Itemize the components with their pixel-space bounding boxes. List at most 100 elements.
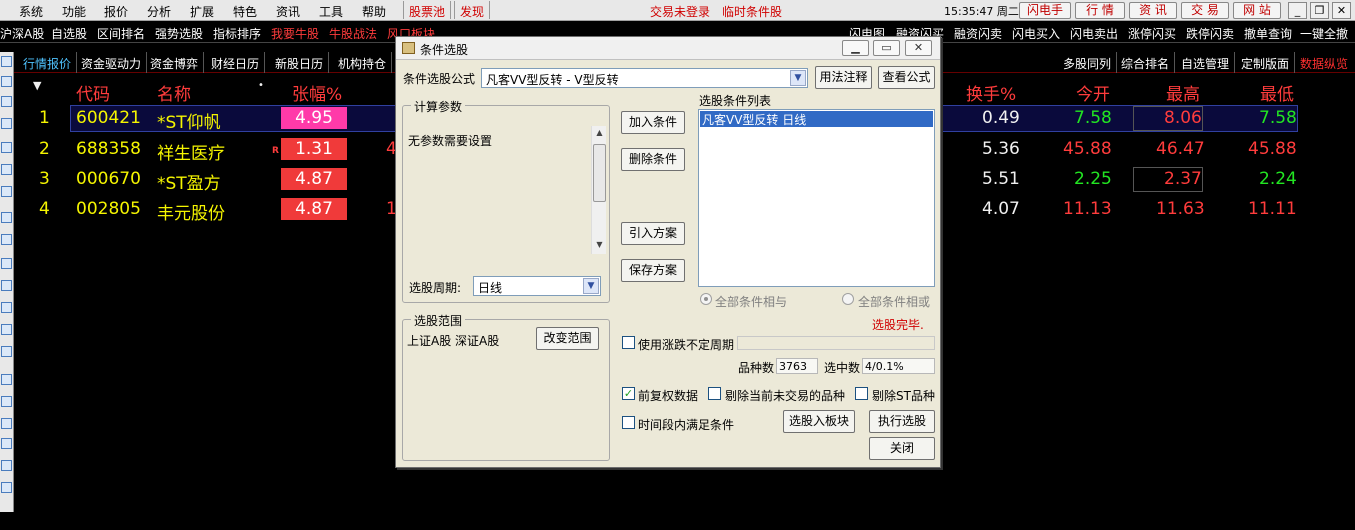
delete-condition-button[interactable]: 删除条件 [621, 148, 685, 171]
website-button[interactable]: 网 站 [1233, 2, 1281, 19]
minimize-icon[interactable]: ▁ [842, 40, 869, 56]
chart-icon[interactable] [1, 164, 12, 175]
all-or-radio[interactable] [842, 293, 854, 305]
grid-icon[interactable] [1, 142, 12, 153]
close-icon[interactable]: ✕ [905, 40, 932, 56]
grid-icon[interactable] [1, 418, 12, 429]
change-range-button[interactable]: 改变范围 [536, 327, 599, 350]
folder-icon[interactable] [1, 374, 12, 385]
arrow-down-icon[interactable] [1, 96, 12, 107]
info-button[interactable]: 资 讯 [1129, 2, 1177, 19]
execute-pick-button[interactable]: 执行选股 [869, 410, 935, 433]
formula-select[interactable]: 凡客VV型反转 - V型反转 ▼ [481, 68, 808, 88]
arrow-right-icon[interactable] [1, 438, 12, 449]
sort-down-icon[interactable]: ▼ [33, 79, 41, 92]
menu-function[interactable]: 功能 [62, 3, 86, 20]
col-low[interactable]: 最低 [1260, 80, 1294, 105]
tab-watchlist-manage[interactable]: 自选管理 [1176, 52, 1236, 73]
menu-system[interactable]: 系统 [19, 3, 43, 20]
bar-icon[interactable] [1, 234, 12, 245]
flash-hand-button[interactable]: 闪电手 [1019, 2, 1071, 19]
tab-finance-calendar[interactable]: 财经日历 [206, 52, 266, 73]
toolbar-item-limitup-buy[interactable]: 涨停闪买 [1128, 25, 1176, 42]
menu-news[interactable]: 资讯 [276, 3, 300, 20]
menu-tools[interactable]: 工具 [319, 3, 343, 20]
scroll-down-icon[interactable]: ▼ [594, 240, 605, 250]
arrow-up-icon[interactable] [1, 56, 12, 67]
discover-tab[interactable]: 发现 [454, 1, 491, 19]
tab-custom-layout[interactable]: 定制版面 [1236, 52, 1296, 73]
tab-institution-holding[interactable]: 机构持仓 [333, 52, 393, 73]
col-name[interactable]: 名称 [157, 80, 191, 105]
tab-fund-drive[interactable]: 资金驱动力 [76, 52, 148, 73]
tab-composite-rank[interactable]: 综合排名 [1116, 52, 1176, 73]
condition-list-item[interactable]: 凡客VV型反转 日线 [700, 111, 933, 127]
f10-icon[interactable] [1, 324, 12, 335]
stock-pool-tab[interactable]: 股票池 [403, 1, 452, 19]
all-and-radio[interactable] [700, 293, 712, 305]
col-high[interactable]: 最高 [1166, 80, 1200, 105]
menu-extend[interactable]: 扩展 [190, 3, 214, 20]
list-icon[interactable] [1, 118, 12, 129]
fq-checkbox[interactable]: ✓ [622, 387, 635, 400]
minimize-icon[interactable]: _ [1288, 2, 1307, 19]
tab-ipo-calendar[interactable]: 新股日历 [270, 52, 330, 73]
tab-quotes[interactable]: 行情报价 [18, 52, 78, 73]
col-open[interactable]: 今开 [1076, 80, 1110, 105]
trade-button[interactable]: 交 易 [1181, 2, 1229, 19]
toolbar-item-bull-stock[interactable]: 我要牛股 [271, 25, 319, 42]
close-icon[interactable]: ✕ [1332, 2, 1351, 19]
gear-icon[interactable] [1, 482, 12, 493]
exclude-untraded-checkbox[interactable] [708, 387, 721, 400]
restore-icon[interactable]: ❐ [1310, 2, 1329, 19]
up-down-icon[interactable] [1, 396, 12, 407]
tab-multi-stock[interactable]: 多股同列 [1058, 52, 1118, 73]
toolbar-item-flash-buy[interactable]: 闪电买入 [1012, 25, 1060, 42]
scroll-up-icon[interactable]: ▲ [594, 128, 605, 138]
arrow-up-icon[interactable] [1, 76, 12, 87]
to-block-button[interactable]: 选股入板块 [783, 410, 855, 433]
toolbar-item-watchlist[interactable]: 自选股 [51, 25, 87, 42]
period-satisfy-checkbox[interactable] [622, 416, 635, 429]
toolbar-item-bull-tactic[interactable]: 牛股战法 [329, 25, 377, 42]
toolbar-item-margin-sell[interactable]: 融资闪卖 [954, 25, 1002, 42]
scroll-thumb[interactable] [593, 144, 606, 202]
toolbar-item-a-shares[interactable]: 沪深A股 [0, 25, 44, 42]
col-code[interactable]: 代码 [76, 80, 110, 105]
chevron-down-icon[interactable]: ▼ [583, 278, 599, 294]
restore-icon[interactable]: ▭ [873, 40, 900, 56]
toolbar-item-limitdown-sell[interactable]: 跌停闪卖 [1186, 25, 1234, 42]
menu-analysis[interactable]: 分析 [147, 3, 171, 20]
stack-icon[interactable] [1, 460, 12, 471]
refresh-icon[interactable] [1, 346, 12, 357]
menu-quote[interactable]: 报价 [104, 3, 128, 20]
uncertain-period-checkbox[interactable] [622, 336, 635, 349]
temp-condition-link[interactable]: 临时条件股 [722, 3, 782, 20]
menu-feature[interactable]: 特色 [233, 3, 257, 20]
toolbar-item-range-rank[interactable]: 区间排名 [97, 25, 145, 42]
usage-note-button[interactable]: 用法注释 [815, 66, 872, 89]
toolbar-item-cancel-all[interactable]: 一键全撤 [1300, 25, 1348, 42]
tab-data-overview[interactable]: 数据纵览 [1295, 52, 1353, 73]
condition-list[interactable]: 凡客VV型反转 日线 [698, 109, 935, 287]
news-icon[interactable] [1, 280, 12, 291]
import-plan-button[interactable]: 引入方案 [621, 222, 685, 245]
candle-icon[interactable] [1, 186, 12, 197]
f10-icon[interactable] [1, 302, 12, 313]
period-select[interactable]: 日线 ▼ [473, 276, 601, 296]
doc-icon[interactable] [1, 258, 12, 269]
toolbar-item-indicator-sort[interactable]: 指标排序 [213, 25, 261, 42]
login-status[interactable]: 交易未登录 [650, 3, 710, 20]
chevron-down-icon[interactable]: ▼ [790, 70, 806, 86]
col-turnover[interactable]: 换手% [966, 80, 1016, 105]
dialog-title-bar[interactable]: 条件选股 ▁ ▭ ✕ [396, 37, 940, 60]
toolbar-item-flash-sell[interactable]: 闪电卖出 [1070, 25, 1118, 42]
exclude-st-checkbox[interactable] [855, 387, 868, 400]
col-change[interactable]: 张幅% [292, 80, 342, 105]
menu-help[interactable]: 帮助 [362, 3, 386, 20]
view-formula-button[interactable]: 查看公式 [878, 66, 935, 89]
add-condition-button[interactable]: 加入条件 [621, 111, 685, 134]
toolbar-item-strong-pick[interactable]: 强势选股 [155, 25, 203, 42]
close-button[interactable]: 关闭 [869, 437, 935, 460]
params-scrollbar[interactable]: ▲ ▼ [591, 126, 606, 254]
